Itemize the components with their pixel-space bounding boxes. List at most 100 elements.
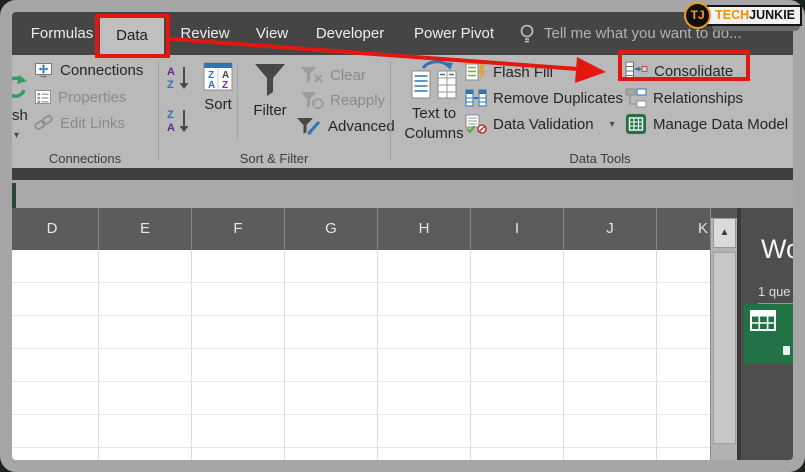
column-header[interactable]: H [378,208,471,250]
properties-label: Properties [58,89,126,106]
techjunkie-wordmark: TECHJUNKIE [704,5,802,26]
queries-panel-title: Wo [761,234,793,265]
tab-developer[interactable]: Developer [306,12,394,55]
column-header[interactable]: E [99,208,192,250]
manage-data-model-label: Manage Data Model [653,116,788,133]
group-separator [390,61,391,159]
svg-text:A: A [208,80,215,91]
text-to-columns-icon [411,60,457,102]
clear-filter-icon [300,65,324,85]
svg-text:A: A [167,66,175,78]
svg-text:Z: Z [167,109,174,121]
formula-bar-strip [12,180,793,208]
sort-ascending-button[interactable]: A Z [165,65,191,89]
group-label-connections: Connections [12,151,158,166]
connections-button[interactable]: Connections [34,58,143,82]
highlight-box-data-tab [95,14,170,58]
tab-view[interactable]: View [244,12,300,55]
relationships-icon [625,88,647,108]
group-separator [158,61,159,159]
screenshot-root: Formulas Data Review View Developer Powe… [0,0,805,472]
filter-button[interactable]: Filter [246,61,294,119]
highlight-box-consolidate [618,50,750,81]
text-to-columns-button[interactable]: Text to Columns [403,60,465,142]
relationships-label: Relationships [653,90,743,107]
clear-filter-button[interactable]: Clear [300,63,366,87]
advanced-filter-label: Advanced [328,118,395,135]
remove-duplicates-button[interactable]: Remove Duplicates [465,86,623,110]
brand-tech: TECH [715,8,749,22]
column-header[interactable]: J [564,208,657,250]
tab-formulas[interactable]: Formulas [22,12,102,55]
scroll-up-icon: ▲ [720,227,730,238]
query-tile[interactable] [744,304,793,364]
caret-down-icon: ▾ [14,130,19,141]
sort-button[interactable]: Z A A Z Sort [198,61,238,113]
column-header[interactable]: G [285,208,378,250]
data-validation-button[interactable]: Data Validation ▾ [465,112,615,136]
refresh-icon [2,73,28,101]
edit-links-label: Edit Links [60,115,125,132]
connections-label: Connections [60,62,143,79]
text-to-columns-label-line1: Text to [412,105,456,122]
remove-duplicates-label: Remove Duplicates [493,90,623,107]
advanced-filter-button[interactable]: Advanced [296,114,395,138]
sort-label: Sort [204,96,232,113]
reapply-label: Reapply [330,92,385,109]
workbook-queries-panel: Wo 1 que [737,208,793,460]
manage-data-model-icon [625,113,647,135]
column-header-row: D E F G H I J K [12,208,710,250]
reapply-button[interactable]: Reapply [300,88,385,112]
manage-data-model-button[interactable]: Manage Data Model [625,112,788,136]
properties-icon [34,88,52,106]
text-to-columns-label-line2: Columns [404,125,463,142]
flash-fill-button[interactable]: Flash Fill [465,60,553,84]
tab-review[interactable]: Review [172,12,238,55]
edit-links-icon [34,114,54,132]
caret-down-icon: ▾ [610,119,615,130]
scrollbar-thumb[interactable] [713,252,736,444]
edit-links-button[interactable]: Edit Links [34,111,125,135]
worksheet[interactable]: D E F G H I J K [12,208,710,460]
techjunkie-monogram-icon: TJ [684,2,711,29]
sort-descending-button[interactable]: Z A [165,108,191,132]
column-header[interactable]: F [192,208,285,250]
tab-power-pivot[interactable]: Power Pivot [408,12,500,55]
data-validation-label: Data Validation [493,116,594,133]
filter-icon [251,61,289,99]
filter-label: Filter [253,102,286,119]
lightbulb-icon [518,22,536,46]
advanced-filter-icon [296,116,322,136]
sort-az-icon: A Z [165,63,191,91]
scroll-up-button[interactable]: ▲ [713,218,736,248]
sort-za-icon: Z A [165,106,191,134]
group-label-sort-filter: Sort & Filter [158,151,390,166]
data-validation-icon [465,114,487,134]
refresh-all-caret[interactable]: ▾ [14,123,19,147]
column-header[interactable]: K [657,208,710,250]
properties-button[interactable]: Properties [34,85,126,109]
connections-icon [34,61,54,79]
techjunkie-logo: TJ TECHJUNKIE [684,2,802,29]
svg-text:Z: Z [222,80,228,91]
svg-text:A: A [167,122,175,134]
svg-text:Z: Z [167,79,174,91]
vertical-scrollbar[interactable]: ▲ [710,208,737,460]
reapply-icon [300,90,324,110]
flash-fill-icon [465,62,487,82]
clear-filter-label: Clear [330,67,366,84]
flash-fill-label: Flash Fill [493,64,553,81]
button-separator [237,65,238,141]
brand-junkie: JUNKIE [749,8,795,22]
sort-icon: Z A A Z [202,61,234,93]
group-label-data-tools: Data Tools [390,151,805,166]
relationships-button[interactable]: Relationships [625,86,743,110]
query-table-icon [750,310,776,332]
column-header[interactable]: D [12,208,99,250]
queries-count-label: 1 que [758,284,793,304]
refresh-all-label: sh [12,107,28,124]
cell-grid[interactable] [12,250,710,460]
excel-window: Formulas Data Review View Developer Powe… [0,0,805,472]
column-header[interactable]: I [471,208,564,250]
query-tile-cropped-text [783,346,790,355]
